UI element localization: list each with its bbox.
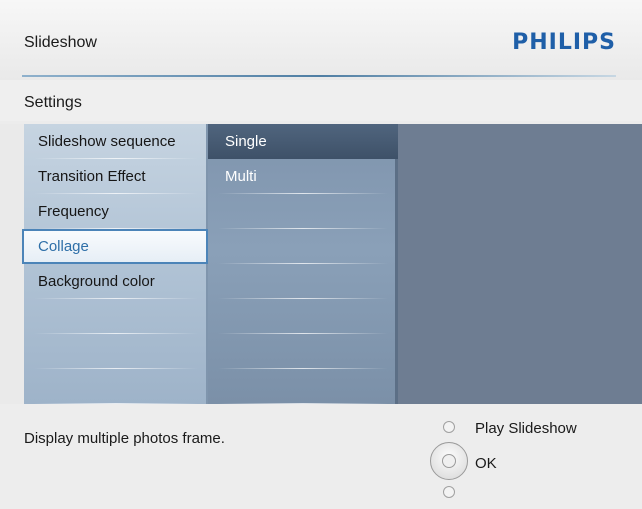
option-single[interactable]: Single [208,124,398,159]
ok-button-center [442,454,456,468]
help-description: Display multiple photos frame. [24,430,225,447]
play-slideshow-label: Play Slideshow [475,420,577,437]
ok-button-icon[interactable] [430,442,468,480]
menu-item-slideshow-sequence[interactable]: Slideshow sequence [24,124,208,159]
options-empty-row [208,264,398,299]
menu-item-label: Transition Effect [38,168,146,185]
menu-item-label: Frequency [38,203,109,220]
options-menu: Single Multi [208,124,398,404]
menu-item-frequency[interactable]: Frequency [24,194,208,229]
options-empty-row [208,194,398,229]
nav-down-icon[interactable] [443,486,455,498]
ok-label: OK [475,455,497,472]
options-empty-row [208,369,398,404]
menu-item-label: Collage [38,238,89,255]
header-divider [22,75,616,77]
screen-title: Slideshow [24,34,97,51]
menu-item-label: Background color [38,273,155,290]
brand-logo: PHILIPS [512,30,616,55]
menu-item-transition-effect[interactable]: Transition Effect [24,159,208,194]
menu-item-background-color[interactable]: Background color [24,264,208,299]
option-label: Multi [225,168,257,185]
menu-empty-row [24,299,208,334]
menu-empty-row [24,334,208,369]
menu-item-collage[interactable]: Collage [22,229,208,264]
panel-left-margin [0,124,24,404]
settings-heading: Settings [24,94,82,111]
header: Slideshow PHILIPS [0,0,642,80]
footer: Display multiple photos frame. Play Slid… [0,404,642,509]
option-multi[interactable]: Multi [208,159,398,194]
menu-item-label: Slideshow sequence [38,133,176,150]
menu-empty-row [24,369,208,404]
settings-menu: Slideshow sequence Transition Effect Fre… [22,124,208,404]
options-empty-row [208,334,398,369]
navigation-hints: Play Slideshow OK [430,414,630,506]
options-empty-row [208,229,398,264]
options-empty-row [208,299,398,334]
subheader: Settings [0,80,642,121]
nav-up-icon[interactable] [443,421,455,433]
option-label: Single [225,133,267,150]
